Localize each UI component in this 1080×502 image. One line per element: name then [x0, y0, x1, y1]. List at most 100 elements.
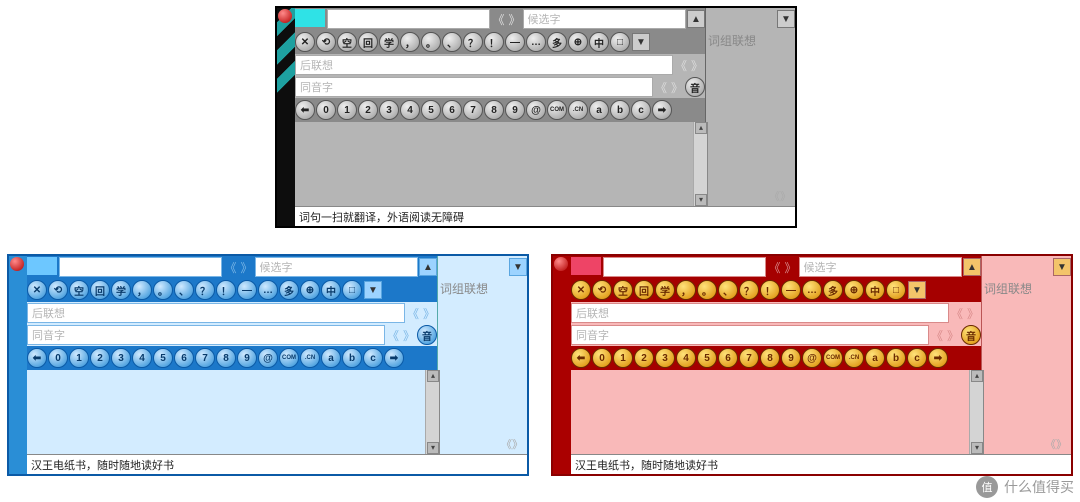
- key-button[interactable]: 5: [697, 348, 717, 368]
- phrase-nav[interactable]: 《》: [497, 434, 527, 454]
- handwriting-area[interactable]: ▴ ▾ 《》: [27, 370, 527, 454]
- key-button[interactable]: a: [589, 100, 609, 120]
- key-button[interactable]: 2: [634, 348, 654, 368]
- key-button[interactable]: 中: [865, 280, 885, 300]
- key-button[interactable]: 回: [90, 280, 110, 300]
- scrollbar[interactable]: ▴ ▾: [693, 122, 707, 206]
- arrow-dn-icon[interactable]: ▼: [908, 281, 926, 299]
- key-button[interactable]: 多: [547, 32, 567, 52]
- key-button[interactable]: 5: [421, 100, 441, 120]
- arrow-dn-icon[interactable]: ▼: [632, 33, 650, 51]
- key-button[interactable]: a: [321, 348, 341, 368]
- key-button[interactable]: 学: [111, 280, 131, 300]
- scroll-dn-icon[interactable]: ▾: [971, 442, 983, 454]
- key-button[interactable]: 9: [505, 100, 525, 120]
- key-button[interactable]: ✕: [295, 32, 315, 52]
- input-field[interactable]: [603, 257, 766, 277]
- arrow-dn-icon[interactable]: ▼: [777, 10, 795, 28]
- key-button[interactable]: 多: [279, 280, 299, 300]
- input-field[interactable]: [59, 257, 222, 277]
- key-button[interactable]: 1: [69, 348, 89, 368]
- chevron-right-icon[interactable]: 》: [507, 11, 523, 28]
- key-button[interactable]: .CN: [844, 348, 864, 368]
- arrow-up-icon[interactable]: ▲: [687, 10, 705, 28]
- key-button[interactable]: 1: [337, 100, 357, 120]
- key-button[interactable]: ？: [463, 32, 483, 52]
- sound-button[interactable]: 音: [961, 325, 981, 345]
- key-button[interactable]: 4: [132, 348, 152, 368]
- key-button[interactable]: ！: [484, 32, 504, 52]
- chevron-right-icon[interactable]: 》: [783, 259, 799, 276]
- key-button[interactable]: ，: [132, 280, 152, 300]
- chevron-right-icon[interactable]: 》: [669, 79, 685, 96]
- key-button[interactable]: a: [865, 348, 885, 368]
- close-icon[interactable]: [278, 9, 292, 23]
- key-button[interactable]: 7: [463, 100, 483, 120]
- nav-prev-button[interactable]: ⬅: [295, 100, 315, 120]
- key-button[interactable]: 6: [718, 348, 738, 368]
- nav-prev-button[interactable]: ⬅: [27, 348, 47, 368]
- arrow-up-icon[interactable]: ▲: [963, 258, 981, 276]
- key-button[interactable]: □: [342, 280, 362, 300]
- key-button[interactable]: @: [802, 348, 822, 368]
- key-button[interactable]: 5: [153, 348, 173, 368]
- chevron-right-icon[interactable]: 》: [965, 305, 981, 322]
- key-button[interactable]: 2: [358, 100, 378, 120]
- key-button[interactable]: ！: [760, 280, 780, 300]
- key-button[interactable]: ⟲: [48, 280, 68, 300]
- scrollbar[interactable]: ▴ ▾: [969, 370, 983, 454]
- close-icon[interactable]: [10, 257, 24, 271]
- chevron-left-icon[interactable]: 《: [490, 11, 506, 28]
- chevron-left-icon[interactable]: 《: [653, 79, 669, 96]
- chevron-left-icon[interactable]: 《: [929, 327, 945, 344]
- key-button[interactable]: 、: [174, 280, 194, 300]
- chevron-left-icon[interactable]: 《: [222, 259, 238, 276]
- key-button[interactable]: 8: [484, 100, 504, 120]
- arrow-dn-icon[interactable]: ▼: [364, 281, 382, 299]
- arrow-up-icon[interactable]: ▲: [419, 258, 437, 276]
- key-button[interactable]: …: [802, 280, 822, 300]
- key-button[interactable]: 回: [634, 280, 654, 300]
- key-button[interactable]: 、: [442, 32, 462, 52]
- key-button[interactable]: ？: [739, 280, 759, 300]
- key-button[interactable]: b: [610, 100, 630, 120]
- key-button[interactable]: —: [505, 32, 525, 52]
- sound-button[interactable]: 音: [417, 325, 437, 345]
- key-button[interactable]: 6: [442, 100, 462, 120]
- key-button[interactable]: ！: [216, 280, 236, 300]
- chevron-right-icon[interactable]: 》: [401, 327, 417, 344]
- chevron-left-icon[interactable]: 《: [385, 327, 401, 344]
- key-button[interactable]: COM: [547, 100, 567, 120]
- scroll-up-icon[interactable]: ▴: [695, 122, 707, 134]
- key-button[interactable]: 回: [358, 32, 378, 52]
- key-button[interactable]: 中: [589, 32, 609, 52]
- candidate-field[interactable]: 候选字: [255, 257, 418, 277]
- close-icon[interactable]: [554, 257, 568, 271]
- key-button[interactable]: ⟲: [592, 280, 612, 300]
- key-button[interactable]: 3: [379, 100, 399, 120]
- key-button[interactable]: 。: [421, 32, 441, 52]
- key-button[interactable]: 3: [655, 348, 675, 368]
- key-button[interactable]: □: [610, 32, 630, 52]
- key-button[interactable]: —: [237, 280, 257, 300]
- key-button[interactable]: □: [886, 280, 906, 300]
- chevron-left-icon[interactable]: 《: [405, 305, 421, 322]
- key-button[interactable]: b: [342, 348, 362, 368]
- key-button[interactable]: ⊕: [300, 280, 320, 300]
- key-button[interactable]: 2: [90, 348, 110, 368]
- key-button[interactable]: 8: [760, 348, 780, 368]
- key-button[interactable]: c: [363, 348, 383, 368]
- homophone-field[interactable]: 同音字: [571, 325, 929, 345]
- key-button[interactable]: 学: [379, 32, 399, 52]
- key-button[interactable]: 1: [613, 348, 633, 368]
- key-button[interactable]: ⟲: [316, 32, 336, 52]
- key-button[interactable]: 0: [48, 348, 68, 368]
- key-button[interactable]: 7: [195, 348, 215, 368]
- key-button[interactable]: 0: [592, 348, 612, 368]
- key-button[interactable]: @: [258, 348, 278, 368]
- key-button[interactable]: ✕: [27, 280, 47, 300]
- assoc-field[interactable]: 后联想: [27, 303, 405, 323]
- key-button[interactable]: 0: [316, 100, 336, 120]
- input-field[interactable]: [327, 9, 490, 29]
- chevron-left-icon[interactable]: 《: [673, 57, 689, 74]
